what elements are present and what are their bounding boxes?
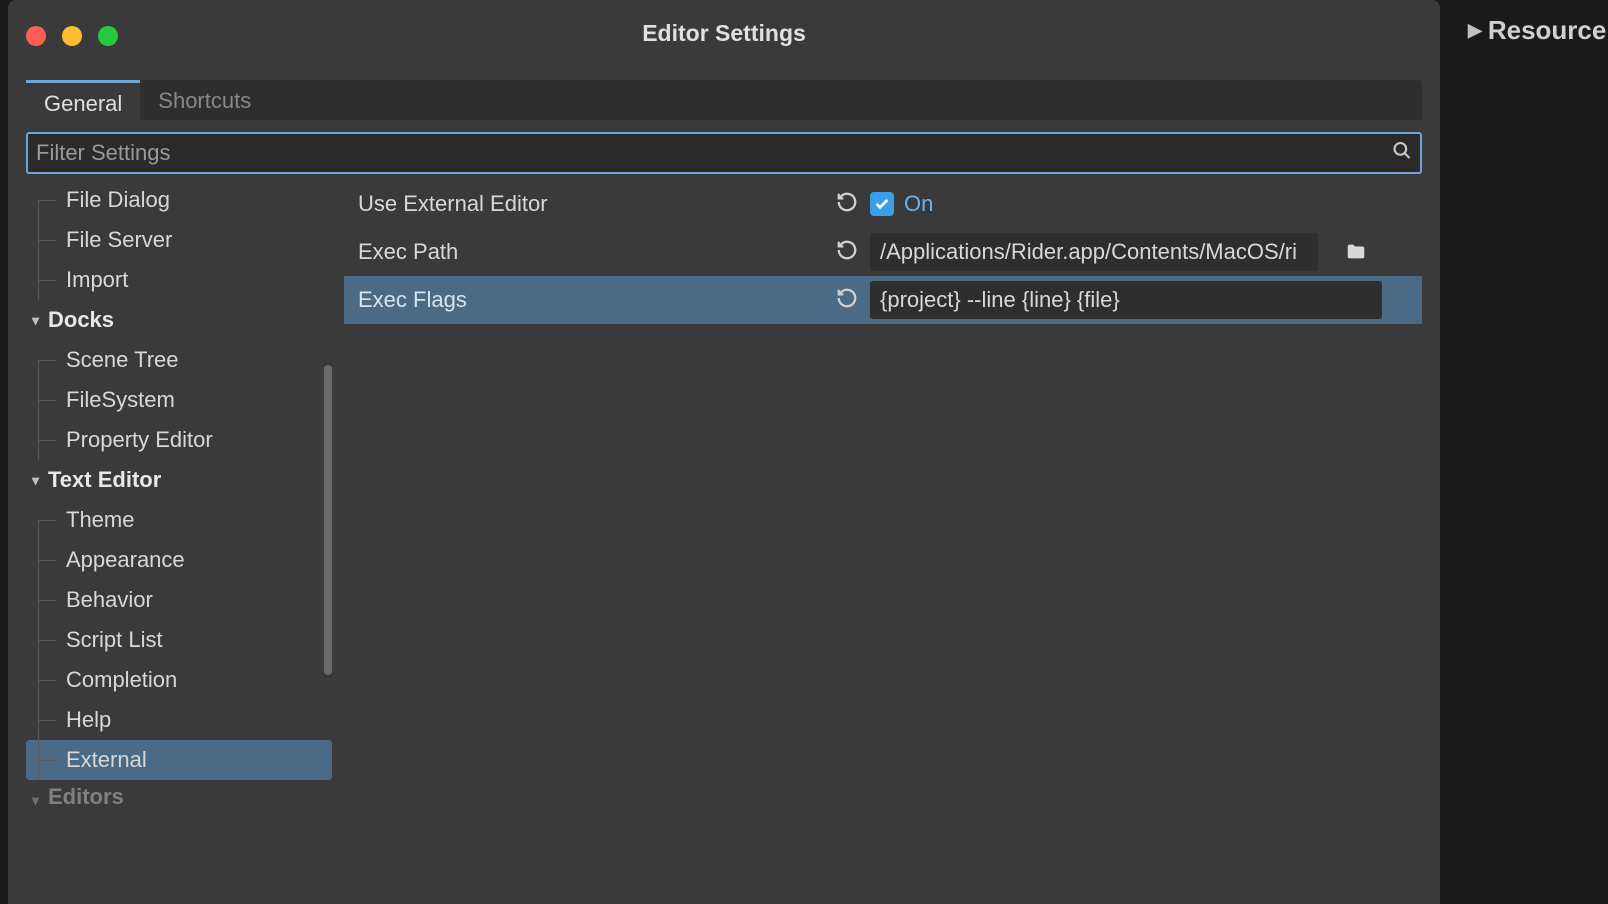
maximize-window-button[interactable] [98, 26, 118, 46]
tabs: General Shortcuts [26, 80, 1422, 120]
settings-main-panel: Use External Editor On Exec Path [344, 180, 1422, 880]
sidebar-item-external[interactable]: External [26, 740, 332, 780]
sidebar-group-editors[interactable]: ▾ Editors [26, 780, 332, 817]
chevron-down-icon: ▾ [32, 792, 39, 809]
background-resource-label: ▶ Resource [1448, 0, 1608, 60]
use-external-editor-checkbox[interactable] [870, 192, 894, 216]
sidebar-item-scene-tree[interactable]: Scene Tree [26, 340, 332, 380]
sidebar-item-behavior[interactable]: Behavior [26, 580, 332, 620]
exec-flags-input[interactable] [870, 281, 1382, 319]
reset-icon[interactable] [836, 287, 864, 314]
chevron-down-icon: ▾ [32, 472, 39, 489]
property-exec-path: Exec Path [344, 228, 1422, 276]
sidebar-item-completion[interactable]: Completion [26, 660, 332, 700]
reset-icon[interactable] [836, 239, 864, 266]
resource-text: Resource [1488, 15, 1607, 46]
chevron-down-icon: ▾ [32, 312, 39, 329]
checkbox-on-label: On [904, 191, 933, 217]
sidebar-item-property-editor[interactable]: Property Editor [26, 420, 332, 460]
sidebar-group-text-editor[interactable]: ▾ Text Editor [26, 460, 332, 500]
titlebar: Editor Settings [8, 0, 1440, 66]
sidebar-item-theme[interactable]: Theme [26, 500, 332, 540]
sidebar-item-appearance[interactable]: Appearance [26, 540, 332, 580]
sidebar-item-file-server[interactable]: File Server [26, 220, 332, 260]
property-label: Exec Path [358, 239, 836, 265]
property-label: Exec Flags [358, 287, 836, 313]
property-label: Use External Editor [358, 191, 836, 217]
exec-path-input[interactable] [870, 233, 1318, 271]
close-window-button[interactable] [26, 26, 46, 46]
minimize-window-button[interactable] [62, 26, 82, 46]
property-exec-flags: Exec Flags [344, 276, 1422, 324]
filter-settings-input[interactable] [26, 132, 1422, 174]
tab-general[interactable]: General [26, 80, 140, 120]
traffic-lights [26, 26, 118, 46]
sidebar-item-help[interactable]: Help [26, 700, 332, 740]
search-icon [1392, 141, 1412, 166]
browse-folder-button[interactable] [1334, 233, 1378, 271]
sidebar-scrollbar[interactable] [324, 365, 332, 675]
editor-settings-window: Editor Settings General Shortcuts File D… [8, 0, 1440, 904]
sidebar-item-script-list[interactable]: Script List [26, 620, 332, 660]
sidebar-item-import[interactable]: Import [26, 260, 332, 300]
settings-sidebar: File Dialog File Server Import ▾ Docks S… [26, 180, 332, 880]
reset-icon[interactable] [836, 191, 864, 218]
tab-shortcuts[interactable]: Shortcuts [140, 80, 269, 120]
chevron-right-icon: ▶ [1468, 20, 1482, 41]
sidebar-item-file-dialog[interactable]: File Dialog [26, 180, 332, 220]
sidebar-group-docks[interactable]: ▾ Docks [26, 300, 332, 340]
property-use-external-editor: Use External Editor On [344, 180, 1422, 228]
sidebar-item-filesystem[interactable]: FileSystem [26, 380, 332, 420]
window-title: Editor Settings [8, 20, 1440, 47]
